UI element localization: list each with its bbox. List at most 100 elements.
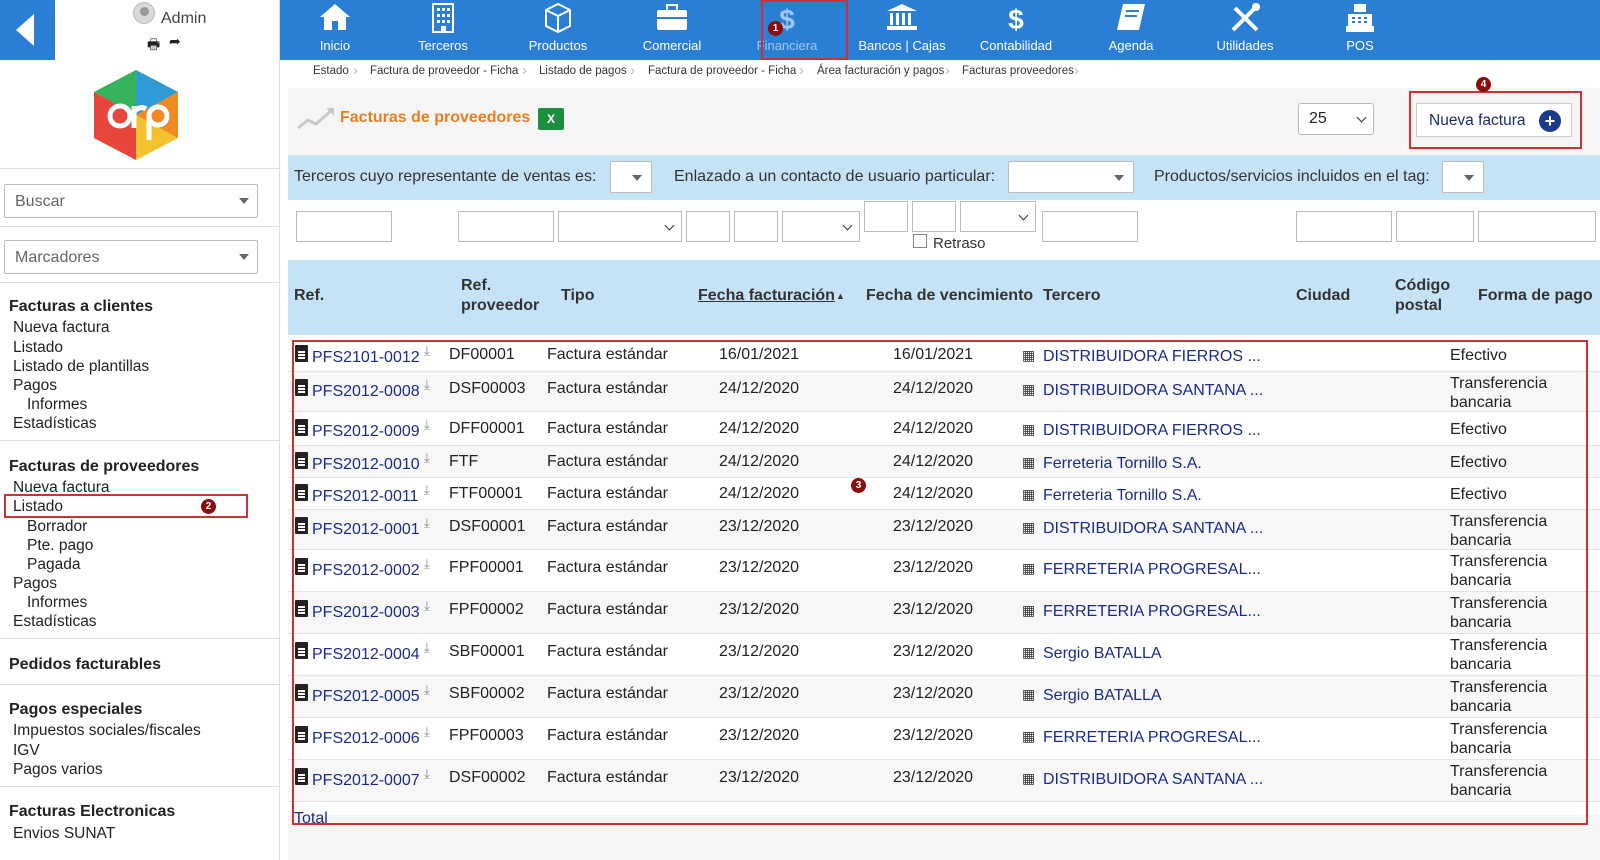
user-area: Admin 🖶 ➦ [55,0,280,60]
menu-customer-reports[interactable]: Informes [27,396,87,414]
highlight-box-3 [292,340,1588,825]
col-payment[interactable]: Forma de pago [1478,286,1600,306]
book-icon [1076,0,1186,38]
menu-supplier-stats[interactable]: Estadísticas [13,613,97,631]
filter-tag-label: Productos/servicios incluidos en el tag: [1154,168,1430,185]
search-type-select[interactable] [558,211,682,242]
col-supplier-ref[interactable]: Ref. [461,276,491,296]
table-header: Ref. Ref. proveedor Tipo Fecha facturaci… [288,260,1600,335]
chevron-right-icon: › [522,62,527,79]
menu-supplier-invoices[interactable]: Facturas de proveedores [9,458,199,476]
filter-tag-select[interactable] [1442,161,1484,193]
search-zip-input[interactable] [1396,211,1474,242]
nav-label: Terceros [418,38,468,53]
breadcrumb-item[interactable]: Listado de pagos [539,65,627,77]
search-due-month-input[interactable] [912,201,956,232]
menu-customer-list[interactable]: Listado [13,339,63,357]
menu-customer-new[interactable]: Nueva factura [13,319,110,337]
chevron-right-icon: › [630,62,635,79]
search-payment-input[interactable] [1478,211,1596,242]
step-marker-4: 4 [1476,77,1491,92]
search-day-input[interactable] [686,211,730,242]
menu-customer-templates[interactable]: Listado de plantillas [13,358,149,376]
back-button[interactable] [0,0,55,60]
col-type[interactable]: Tipo [561,286,594,306]
search-month-input[interactable] [734,211,778,242]
search-due-year-select[interactable] [960,201,1036,232]
filter-bar: Terceros cuyo representante de ventas es… [288,155,1600,200]
dollar-icon: $ [1008,4,1024,35]
menu-sunat[interactable]: Envios SUNAT [13,825,115,843]
breadcrumb-item[interactable]: Factura de proveedor - Ficha [648,65,796,77]
menu-billable-orders[interactable]: Pedidos facturables [9,656,161,674]
excel-export-icon[interactable]: X [538,108,564,130]
nav-terceros[interactable]: Terceros [388,0,498,60]
search-year-select[interactable] [782,211,860,242]
breadcrumb-item[interactable]: Estado [313,65,349,77]
user-name[interactable]: Admin [161,10,206,28]
col-zip-2[interactable]: postal [1395,296,1442,316]
nav-bancos-cajas[interactable]: Bancos | Cajas [847,0,957,60]
menu-supplier-draft[interactable]: Borrador [27,518,87,536]
nav-productos[interactable]: Productos [503,0,613,60]
late-checkbox[interactable] [913,234,927,248]
building-icon [388,0,498,38]
box-icon [503,0,613,38]
menu-special-payments[interactable]: Pagos especiales [9,701,142,719]
menu-various-payments[interactable]: Pagos varios [13,761,103,779]
nav-comercial[interactable]: Comercial [617,0,727,60]
left-panel: Admin 🖶 ➦ Buscar Marcadores Facturas a c… [0,0,280,860]
col-third[interactable]: Tercero [1043,286,1101,306]
nav-agenda[interactable]: Agenda [1076,0,1186,60]
search-city-input[interactable] [1296,211,1392,242]
divider [0,638,280,639]
search-supplier-ref-input[interactable] [458,211,554,242]
page-title: Facturas de proveedores [340,109,531,126]
per-page-select[interactable]: 25 [1298,103,1374,135]
menu-social-taxes[interactable]: Impuestos sociales/fiscales [13,722,201,740]
avatar[interactable] [133,2,155,24]
col-zip[interactable]: Código [1395,276,1450,296]
breadcrumb-item[interactable]: Factura de proveedor - Ficha [370,65,518,77]
nav-pos[interactable]: POS [1305,0,1415,60]
logout-icon[interactable]: ➦ [169,33,181,50]
col-city[interactable]: Ciudad [1296,286,1350,306]
search-select[interactable]: Buscar [4,184,258,218]
erp-logo [94,70,178,160]
menu-e-invoices[interactable]: Facturas Electronicas [9,803,175,821]
col-due-date[interactable]: Fecha de vencimiento [866,286,1033,306]
col-supplier-ref-2[interactable]: proveedor [461,296,539,316]
col-invoice-date[interactable]: Fecha facturación [698,286,835,306]
chevron-right-icon: › [799,62,804,79]
nav-inicio[interactable]: Inicio [280,0,390,60]
filter-sales-rep-select[interactable] [610,161,652,193]
search-third-input[interactable] [1042,211,1138,242]
menu-supplier-paid[interactable]: Pagada [27,556,80,574]
breadcrumb-item[interactable]: Área facturación y pagos [817,65,944,77]
search-due-day-input[interactable] [864,201,908,232]
menu-supplier-payments[interactable]: Pagos [13,575,57,593]
divider [0,786,280,787]
register-icon [1305,0,1415,38]
menu-customer-stats[interactable]: Estadísticas [13,415,97,433]
search-ref-input[interactable] [296,211,392,242]
bookmarks-select[interactable]: Marcadores [4,240,258,274]
divider [0,440,280,441]
nav-label: Bancos | Cajas [858,38,946,53]
nav-utilidades[interactable]: Utilidades [1190,0,1300,60]
print-icon[interactable]: 🖶 [147,34,160,58]
menu-customer-invoices[interactable]: Facturas a clientes [9,298,153,316]
nav-label: Productos [528,38,588,53]
menu-igv[interactable]: IGV [13,742,40,760]
menu-customer-payments[interactable]: Pagos [13,377,57,395]
highlight-box-4 [1409,91,1582,149]
menu-supplier-reports[interactable]: Informes [27,594,87,612]
trend-chart-icon [297,108,334,130]
breadcrumb-item[interactable]: Facturas proveedores [962,65,1074,77]
menu-supplier-pending[interactable]: Pte. pago [27,537,93,555]
nav-contabilidad[interactable]: $ Contabilidad [961,0,1071,60]
nav-label: Inicio [319,38,351,53]
filter-user-contact-select[interactable] [1008,161,1134,193]
chevron-right-icon: › [353,62,358,79]
col-ref[interactable]: Ref. [294,286,324,306]
